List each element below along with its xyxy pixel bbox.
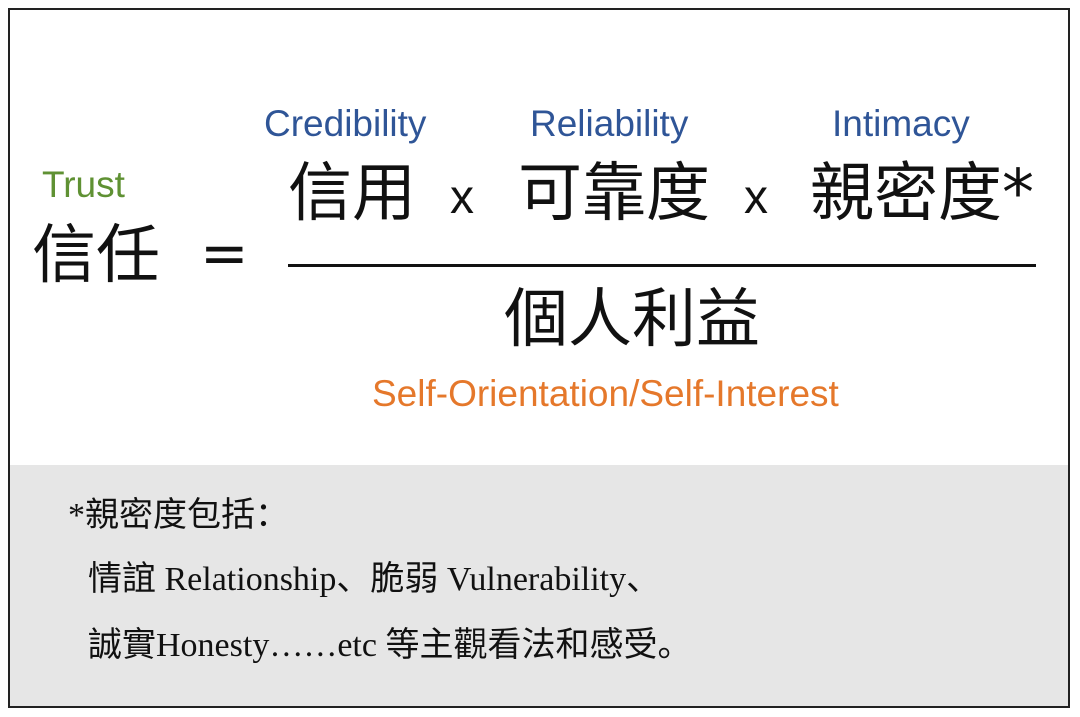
credibility-label-en: Credibility	[264, 103, 427, 144]
intimacy-label-en: Intimacy	[832, 103, 970, 144]
self-orientation-label-zh: 個人利益	[504, 283, 760, 357]
fraction-bar	[288, 264, 1036, 267]
trust-label-zh: 信任	[32, 219, 160, 293]
equals-sign: =	[200, 219, 249, 287]
multiply-sign-1: x	[450, 171, 474, 224]
trust-label-en: Trust	[42, 164, 125, 205]
footnote-line-2: 情誼 Relationship、脆弱 Vulnerability、	[88, 561, 661, 598]
footnote-line-3: 誠實Honesty……etc 等主觀看法和感受。	[88, 627, 692, 664]
footnote-heading: *親密度包括：	[68, 497, 289, 534]
credibility-label-zh: 信用	[288, 157, 416, 231]
intimacy-label-zh: 親密度*	[810, 157, 1034, 231]
trust-equation-diagram: Trust 信任 = Credibility Reliability Intim…	[8, 8, 1070, 708]
reliability-label-zh: 可靠度	[518, 157, 710, 231]
reliability-label-en: Reliability	[530, 103, 689, 144]
footnote-panel: *親密度包括： 情誼 Relationship、脆弱 Vulnerability…	[10, 465, 1068, 706]
multiply-sign-2: x	[744, 171, 768, 224]
self-orientation-label-en: Self-Orientation/Self-Interest	[372, 373, 839, 414]
